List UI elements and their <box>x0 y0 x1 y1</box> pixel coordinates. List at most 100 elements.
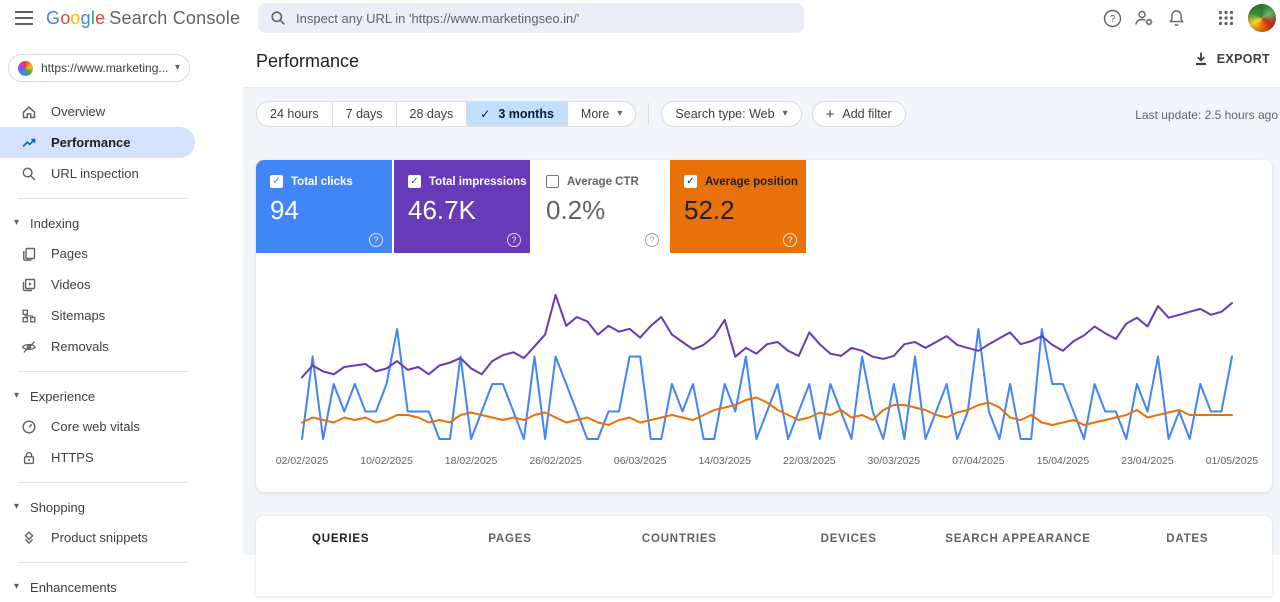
top-bar: Google Search Console ? <box>0 0 1280 36</box>
notifications-icon[interactable] <box>1160 2 1192 34</box>
range-28-days[interactable]: 28 days <box>395 102 467 126</box>
sidebar-item-label: Product snippets <box>51 530 148 545</box>
sidebar-item-removals[interactable]: Removals <box>0 331 243 362</box>
site-favicon <box>18 60 33 76</box>
export-button[interactable]: EXPORT <box>1194 51 1270 66</box>
download-icon <box>1194 51 1208 66</box>
range-label: 7 days <box>345 107 383 121</box>
metric-card-average-position[interactable]: ✓ Average position 52.2 ? <box>670 160 806 253</box>
sidebar-section-indexing[interactable]: ▾ Indexing <box>0 208 243 238</box>
metric-value: 0.2% <box>546 195 606 225</box>
https-lock-icon <box>21 450 37 466</box>
tab-queries[interactable]: QUERIES <box>256 533 425 545</box>
metric-label: Average position <box>705 175 798 188</box>
sidebar-item-https[interactable]: HTTPS <box>0 442 243 473</box>
sidebar-divider <box>18 198 187 199</box>
sidebar: https://www.marketing... ▾ Overview Perf… <box>0 36 243 595</box>
section-label: Experience <box>30 388 96 404</box>
filter-toolbar: 24 hours 7 days 28 days ✓ 3 months More ▾ … <box>243 88 1280 140</box>
sidebar-nav: Overview Performance URL inspection ▾ In… <box>0 96 243 602</box>
metric-value: 46.7K <box>408 195 476 225</box>
range-24-hours[interactable]: 24 hours <box>257 102 332 126</box>
sidebar-section-enhancements[interactable]: ▾ Enhancements <box>0 572 243 602</box>
add-filter-chip[interactable]: + Add filter <box>811 101 906 127</box>
search-type-chip[interactable]: Search type: Web ▾ <box>661 101 802 127</box>
core-web-vitals-icon <box>21 419 37 435</box>
help-icon[interactable]: ? <box>369 233 383 247</box>
search-input[interactable] <box>296 10 792 26</box>
apps-grid-icon[interactable] <box>1210 2 1242 34</box>
range-7-days[interactable]: 7 days <box>331 102 396 126</box>
sidebar-item-url-inspection[interactable]: URL inspection <box>0 158 243 189</box>
checkbox-unchecked-icon[interactable] <box>546 175 559 188</box>
sidebar-section-shopping[interactable]: ▾ Shopping <box>0 492 243 522</box>
sidebar-item-label: Sitemaps <box>51 308 106 323</box>
manage-users-icon[interactable] <box>1128 2 1160 34</box>
chevron-down-icon: ▾ <box>174 62 180 73</box>
date-range-group: 24 hours 7 days 28 days ✓ 3 months More ▾ <box>256 101 637 127</box>
app-logo[interactable]: Google Search Console <box>46 6 240 30</box>
x-axis-label: 06/03/2025 <box>613 455 667 467</box>
checkbox-checked-icon[interactable]: ✓ <box>270 175 283 188</box>
logo-letter: o <box>60 7 71 28</box>
checkbox-checked-icon[interactable]: ✓ <box>408 175 421 188</box>
checkbox-checked-icon[interactable]: ✓ <box>684 175 697 188</box>
tab-devices[interactable]: DEVICES <box>764 533 933 545</box>
metric-card-total-clicks[interactable]: ✓ Total clicks 94 ? <box>256 160 392 253</box>
x-axis-label: 22/03/2025 <box>782 455 836 467</box>
chevron-down-icon: ▾ <box>782 108 788 119</box>
range-label: 3 months <box>498 107 554 121</box>
sidebar-item-overview[interactable]: Overview <box>0 96 243 127</box>
help-icon[interactable]: ? <box>645 233 659 247</box>
sidebar-item-videos[interactable]: Videos <box>0 269 243 300</box>
search-icon <box>270 10 286 26</box>
metric-card-total-impressions[interactable]: ✓ Total impressions 46.7K ? <box>394 160 530 253</box>
range-more[interactable]: More ▾ <box>566 102 636 126</box>
performance-chart[interactable] <box>256 267 1272 453</box>
topbar-actions: ? <box>1096 0 1276 36</box>
tab-search-appearance[interactable]: SEARCH APPEARANCE <box>933 533 1102 545</box>
sidebar-item-performance[interactable]: Performance <box>0 127 195 158</box>
sidebar-item-product-snippets[interactable]: Product snippets <box>0 522 243 553</box>
sidebar-item-sitemaps[interactable]: Sitemaps <box>0 300 243 331</box>
plus-icon: + <box>825 105 835 123</box>
avatar[interactable] <box>1248 4 1276 32</box>
tab-pages[interactable]: PAGES <box>425 533 594 545</box>
help-icon[interactable]: ? <box>783 233 797 247</box>
help-icon[interactable]: ? <box>1096 2 1128 34</box>
chart-x-axis-labels: 02/02/2025 10/02/2025 18/02/2025 26/02/2025… <box>256 455 1272 471</box>
sidebar-item-label: URL inspection <box>51 166 139 181</box>
chevron-down-icon: ▾ <box>14 390 20 401</box>
sidebar-divider <box>18 482 187 483</box>
main-content: Performance EXPORT 24 hours 7 days 28 da… <box>243 36 1280 596</box>
pages-icon <box>21 246 37 262</box>
logo-letter: G <box>46 7 61 28</box>
last-update-text: Last update: 2.5 hours ago <box>1135 108 1278 122</box>
sidebar-divider <box>18 562 187 563</box>
x-axis-label: 15/04/2025 <box>1036 455 1090 467</box>
sitemaps-icon <box>21 308 37 324</box>
property-url: https://www.marketing... <box>41 61 169 75</box>
x-axis-label: 14/03/2025 <box>698 455 751 467</box>
metric-value: 94 <box>270 195 299 225</box>
dimensions-card: QUERIES PAGES COUNTRIES DEVICES SEARCH A… <box>256 516 1272 596</box>
help-icon[interactable]: ? <box>507 233 521 247</box>
logo-text: Search Console <box>109 7 241 28</box>
x-axis-label: 01/05/2025 <box>1205 455 1259 467</box>
metric-card-average-ctr[interactable]: Average CTR 0.2% ? <box>532 160 668 253</box>
sidebar-section-experience[interactable]: ▾ Experience <box>0 381 243 411</box>
performance-icon <box>21 135 37 151</box>
svg-text:?: ? <box>1109 14 1115 25</box>
section-label: Enhancements <box>30 579 117 595</box>
tab-countries[interactable]: COUNTRIES <box>595 533 764 545</box>
tab-dates[interactable]: DATES <box>1103 533 1272 545</box>
url-inspect-searchbox[interactable] <box>258 3 804 33</box>
range-3-months[interactable]: ✓ 3 months <box>466 102 567 126</box>
search-type-label: Search type: Web <box>675 107 775 121</box>
menu-icon[interactable] <box>12 6 36 30</box>
sidebar-item-core-web-vitals[interactable]: Core web vitals <box>0 411 243 442</box>
x-axis-label: 30/03/2025 <box>867 455 921 467</box>
chevron-down-icon: ▾ <box>14 501 20 512</box>
property-selector[interactable]: https://www.marketing... ▾ <box>8 54 190 82</box>
sidebar-item-pages[interactable]: Pages <box>0 238 243 269</box>
